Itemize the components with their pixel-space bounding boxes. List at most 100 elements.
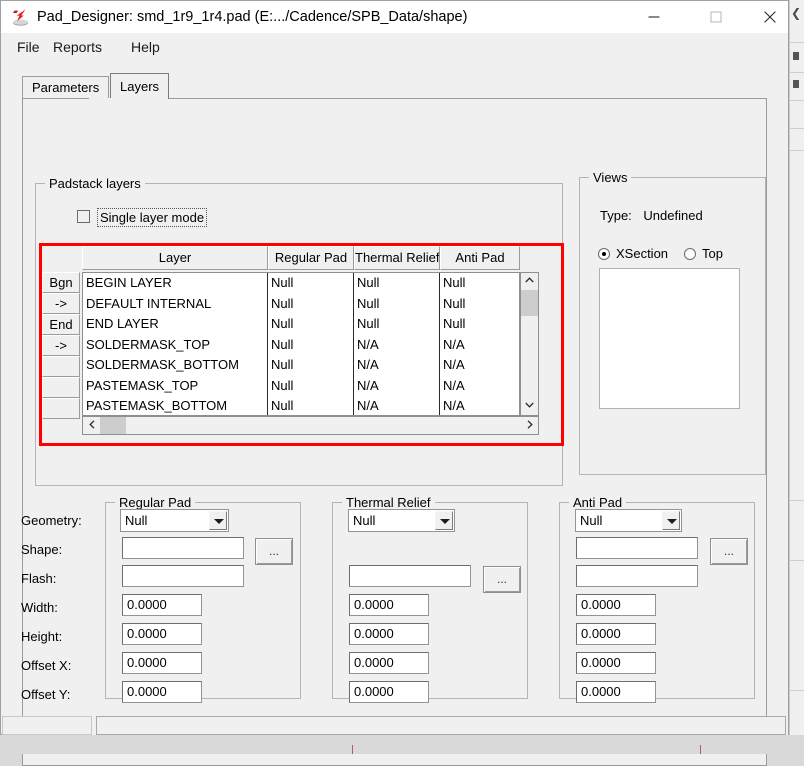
cell-regular-pad[interactable]: Null xyxy=(268,375,354,396)
cell-thermal-relief[interactable]: N/A xyxy=(354,334,440,355)
radio-xsection[interactable]: XSection xyxy=(598,246,668,262)
thermal-relief-geometry-combo[interactable]: Null xyxy=(348,509,455,532)
single-layer-mode-checkbox[interactable] xyxy=(77,210,90,223)
tab-layers[interactable]: Layers xyxy=(110,73,170,99)
thermal-relief-offset-x-field[interactable]: 0.0000 xyxy=(349,652,429,674)
table-horizontal-scrollbar[interactable] xyxy=(82,416,539,435)
anti-pad-flash-field[interactable] xyxy=(576,565,698,587)
row-header-button[interactable] xyxy=(42,398,80,419)
anti-pad-shape-field[interactable] xyxy=(576,537,698,559)
cell-anti-pad[interactable]: N/A xyxy=(440,375,519,396)
menu-item-help[interactable]: Help xyxy=(123,33,168,62)
cell-layer[interactable]: SOLDERMASK_TOP xyxy=(83,334,268,355)
thermal-relief-browse-button[interactable]: ... xyxy=(483,566,521,593)
cell-thermal-relief[interactable]: Null xyxy=(354,293,440,314)
title-bar[interactable]: Pad_Designer: smd_1r9_1r4.pad (E:.../Cad… xyxy=(1,1,788,33)
menu-item-file[interactable]: File xyxy=(9,33,48,62)
cell-layer[interactable]: SOLDERMASK_BOTTOM xyxy=(83,355,268,376)
regular-pad-height-field[interactable]: 0.0000 xyxy=(122,623,202,645)
chevron-down-icon[interactable] xyxy=(662,511,680,530)
row-header-button[interactable]: End xyxy=(42,314,80,335)
column-header-anti-pad[interactable]: Anti Pad xyxy=(440,246,520,270)
anti-pad-offset-y-field[interactable]: 0.0000 xyxy=(576,681,656,703)
anti-pad-offset-x-field[interactable]: 0.0000 xyxy=(576,652,656,674)
table-row[interactable]: DEFAULT INTERNAL Null Null Null xyxy=(83,293,519,314)
menu-item-reports[interactable]: Reports xyxy=(45,33,110,62)
vertical-scrollbar-thumb[interactable] xyxy=(521,290,538,316)
minimize-button[interactable] xyxy=(631,1,677,32)
cell-regular-pad[interactable]: Null xyxy=(268,273,354,294)
radio-xsection-icon[interactable] xyxy=(598,248,610,260)
table-row[interactable]: END LAYER Null Null Null xyxy=(83,314,519,335)
scroll-down-icon[interactable] xyxy=(521,398,538,415)
table-row[interactable]: PASTEMASK_TOP Null N/A N/A xyxy=(83,375,519,396)
maximize-button[interactable] xyxy=(693,1,739,32)
regular-pad-shape-field[interactable] xyxy=(122,537,244,559)
cell-layer[interactable]: BEGIN LAYER xyxy=(83,273,268,294)
anti-pad-geometry-combo[interactable]: Null xyxy=(575,509,682,532)
column-header-thermal-relief[interactable]: Thermal Relief xyxy=(354,246,440,270)
chevron-down-icon[interactable] xyxy=(209,511,227,530)
column-header-layer[interactable]: Layer xyxy=(82,246,268,270)
cell-thermal-relief[interactable]: Null xyxy=(354,273,440,294)
table-vertical-scrollbar[interactable] xyxy=(520,272,539,416)
cell-layer[interactable]: END LAYER xyxy=(83,314,268,335)
column-header-regular-pad[interactable]: Regular Pad xyxy=(268,246,354,270)
anti-pad-height-field[interactable]: 0.0000 xyxy=(576,623,656,645)
cell-layer[interactable]: DEFAULT INTERNAL xyxy=(83,293,268,314)
row-header-button[interactable] xyxy=(42,377,80,398)
cell-thermal-relief[interactable]: N/A xyxy=(354,355,440,376)
row-header-button[interactable]: -> xyxy=(42,335,80,356)
regular-pad-offset-y-field[interactable]: 0.0000 xyxy=(122,681,202,703)
regular-pad-geometry-combo[interactable]: Null xyxy=(120,509,229,532)
radio-top[interactable]: Top xyxy=(684,246,723,262)
anti-pad-browse-button[interactable]: ... xyxy=(710,538,748,565)
thermal-relief-offset-y-field[interactable]: 0.0000 xyxy=(349,681,429,703)
thermal-relief-flash-field[interactable] xyxy=(349,565,471,587)
regular-pad-flash-field[interactable] xyxy=(122,565,244,587)
cell-thermal-relief[interactable]: Null xyxy=(354,314,440,335)
anti-pad-width-field[interactable]: 0.0000 xyxy=(576,594,656,616)
table-row[interactable]: PASTEMASK_BOTTOM Null N/A N/A xyxy=(83,396,519,415)
cell-regular-pad[interactable]: Null xyxy=(268,293,354,314)
tab-parameters[interactable]: Parameters xyxy=(22,76,110,99)
minimize-icon xyxy=(648,15,660,18)
label-height: Height: xyxy=(21,629,63,644)
cell-regular-pad[interactable]: Null xyxy=(268,396,354,415)
scroll-right-icon[interactable] xyxy=(521,417,538,434)
table-row[interactable]: SOLDERMASK_TOP Null N/A N/A xyxy=(83,334,519,355)
row-header-button[interactable]: -> xyxy=(42,293,80,314)
cell-anti-pad[interactable]: Null xyxy=(440,293,519,314)
row-header-button[interactable]: Bgn xyxy=(42,272,80,293)
cell-anti-pad[interactable]: N/A xyxy=(440,396,519,415)
regular-pad-browse-button[interactable]: ... xyxy=(255,538,293,565)
cell-thermal-relief[interactable]: N/A xyxy=(354,396,440,415)
cell-layer[interactable]: PASTEMASK_TOP xyxy=(83,375,268,396)
cell-regular-pad[interactable]: Null xyxy=(268,314,354,335)
cell-regular-pad[interactable]: Null xyxy=(268,334,354,355)
cell-regular-pad[interactable]: Null xyxy=(268,355,354,376)
table-row[interactable]: BEGIN LAYER Null Null Null xyxy=(83,273,519,294)
regular-pad-geometry-value: Null xyxy=(125,513,148,528)
cell-anti-pad[interactable]: N/A xyxy=(440,355,519,376)
padstack-layers-table: Layer Regular Pad Thermal Relief Anti Pa… xyxy=(42,246,561,443)
radio-top-icon[interactable] xyxy=(684,248,696,260)
row-header-button[interactable] xyxy=(42,356,80,377)
cell-anti-pad[interactable]: N/A xyxy=(440,334,519,355)
scroll-left-icon[interactable] xyxy=(83,417,100,434)
cell-thermal-relief[interactable]: N/A xyxy=(354,375,440,396)
regular-pad-offset-x-field[interactable]: 0.0000 xyxy=(122,652,202,674)
scroll-up-icon[interactable] xyxy=(521,273,538,290)
chevron-down-icon[interactable] xyxy=(435,511,453,530)
horizontal-scrollbar-thumb[interactable] xyxy=(100,417,126,434)
cell-anti-pad[interactable]: Null xyxy=(440,314,519,335)
table-row[interactable]: SOLDERMASK_BOTTOM Null N/A N/A xyxy=(83,355,519,376)
cell-layer[interactable]: PASTEMASK_BOTTOM xyxy=(83,396,268,415)
regular-pad-width-field[interactable]: 0.0000 xyxy=(122,594,202,616)
thermal-relief-width-field[interactable]: 0.0000 xyxy=(349,594,429,616)
thermal-relief-height-field[interactable]: 0.0000 xyxy=(349,623,429,645)
close-button[interactable] xyxy=(747,1,793,32)
regular-pad-title: Regular Pad xyxy=(115,495,196,510)
padstack-layers-title: Padstack layers xyxy=(45,176,145,191)
cell-anti-pad[interactable]: Null xyxy=(440,273,519,294)
